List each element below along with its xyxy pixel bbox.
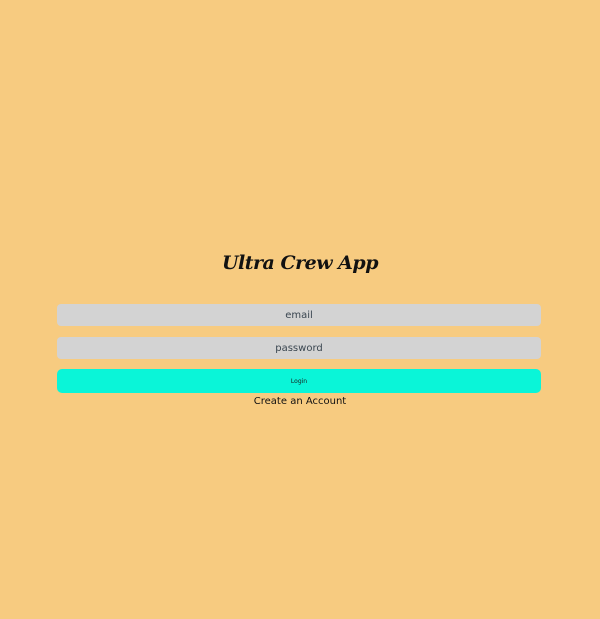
login-container: Ultra Crew App Login Create an Account: [0, 0, 600, 619]
login-button[interactable]: Login: [57, 369, 541, 393]
password-input[interactable]: [57, 337, 541, 359]
email-input[interactable]: [57, 304, 541, 326]
app-title: Ultra Crew App: [221, 252, 379, 274]
create-account-link[interactable]: Create an Account: [0, 396, 600, 407]
